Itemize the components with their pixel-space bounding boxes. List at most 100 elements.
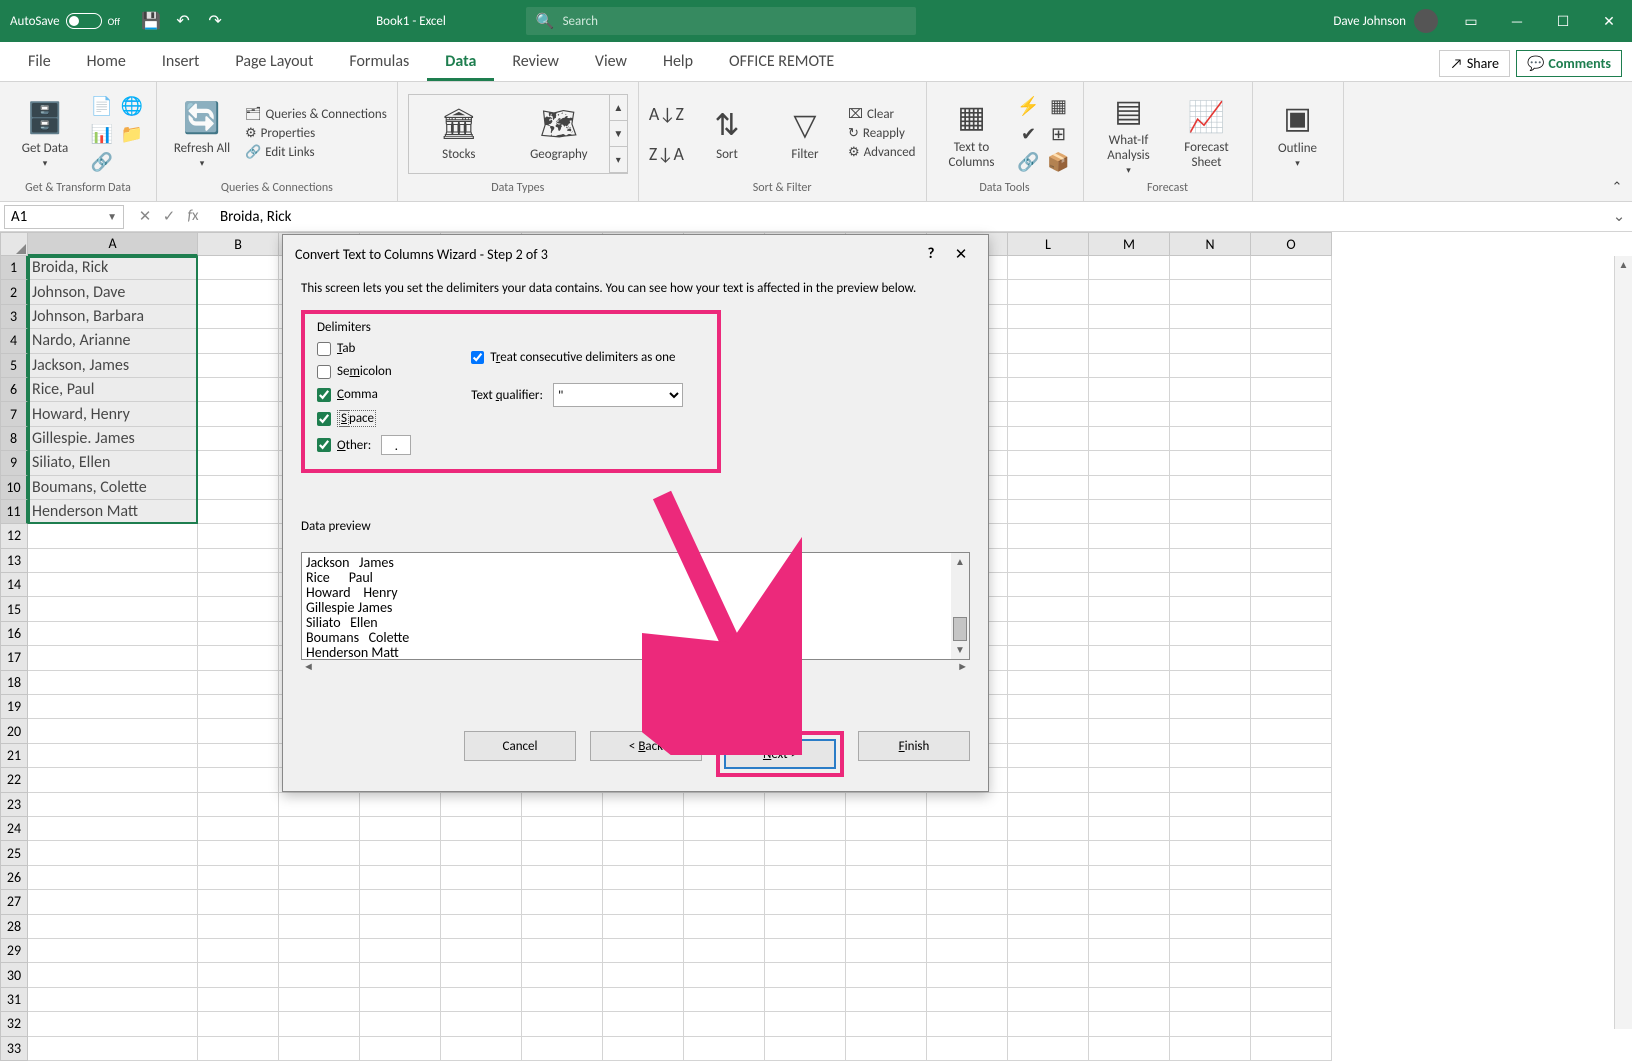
- cell[interactable]: [603, 963, 684, 987]
- tab-insert[interactable]: Insert: [144, 44, 218, 81]
- cell[interactable]: [684, 1037, 765, 1061]
- gallery-down-icon[interactable]: ▼: [610, 121, 627, 147]
- row-header[interactable]: 23: [0, 793, 28, 817]
- cell[interactable]: [522, 939, 603, 963]
- cell[interactable]: [279, 866, 360, 890]
- from-table-icon[interactable]: 📊: [88, 121, 116, 147]
- cell[interactable]: [1008, 915, 1089, 939]
- cell[interactable]: [1170, 256, 1251, 280]
- cell[interactable]: [1170, 329, 1251, 353]
- fx-icon[interactable]: fx: [182, 207, 204, 226]
- cell[interactable]: [927, 939, 1008, 963]
- cell[interactable]: [1089, 671, 1170, 695]
- cell[interactable]: [1251, 817, 1332, 841]
- cell[interactable]: [1251, 963, 1332, 987]
- row-header[interactable]: 20: [0, 719, 28, 743]
- cell[interactable]: [765, 988, 846, 1012]
- cell[interactable]: [1008, 1012, 1089, 1036]
- cell[interactable]: [846, 866, 927, 890]
- cell[interactable]: [198, 1037, 279, 1061]
- cell[interactable]: [1008, 378, 1089, 402]
- cell[interactable]: [1170, 671, 1251, 695]
- cell[interactable]: [522, 890, 603, 914]
- cell[interactable]: [28, 719, 198, 743]
- cell[interactable]: [28, 597, 198, 621]
- data-model-icon[interactable]: 📦: [1045, 149, 1073, 175]
- cell[interactable]: Rice, Paul: [28, 378, 198, 402]
- other-delimiter-input[interactable]: [381, 435, 411, 455]
- sort-az-icon[interactable]: A↓Z: [649, 103, 684, 125]
- cell[interactable]: [1251, 573, 1332, 597]
- cell[interactable]: [765, 915, 846, 939]
- tab-help[interactable]: Help: [645, 44, 711, 81]
- consolidate-icon[interactable]: ⊞: [1045, 121, 1073, 147]
- cell[interactable]: [1170, 866, 1251, 890]
- cell[interactable]: [28, 988, 198, 1012]
- cell[interactable]: Broida, Rick: [28, 256, 198, 280]
- cell[interactable]: [28, 890, 198, 914]
- cell[interactable]: [603, 1012, 684, 1036]
- cell[interactable]: [1089, 719, 1170, 743]
- row-header[interactable]: 2: [0, 280, 28, 304]
- autosave-toggle[interactable]: AutoSave Off: [0, 13, 130, 29]
- cell[interactable]: [1170, 597, 1251, 621]
- cell[interactable]: [1251, 695, 1332, 719]
- from-web-icon[interactable]: 🌐: [118, 93, 146, 119]
- cell[interactable]: Johnson, Dave: [28, 280, 198, 304]
- next-button[interactable]: Next >: [724, 739, 836, 769]
- cell[interactable]: [28, 817, 198, 841]
- cell[interactable]: [360, 963, 441, 987]
- cell[interactable]: [846, 915, 927, 939]
- cell[interactable]: [441, 1037, 522, 1061]
- cell[interactable]: [684, 793, 765, 817]
- cell[interactable]: [279, 939, 360, 963]
- search-box[interactable]: 🔍 Search: [526, 7, 916, 35]
- cell[interactable]: [28, 915, 198, 939]
- cell[interactable]: [927, 915, 1008, 939]
- tab-checkbox[interactable]: Tab: [317, 341, 411, 356]
- cell[interactable]: [279, 1037, 360, 1061]
- cell[interactable]: [279, 963, 360, 987]
- cell[interactable]: [198, 256, 279, 280]
- chevron-down-icon[interactable]: ▼: [107, 210, 117, 223]
- scroll-down-icon[interactable]: ▼: [951, 641, 969, 659]
- cell[interactable]: [1089, 744, 1170, 768]
- cell[interactable]: [1089, 549, 1170, 573]
- cell[interactable]: [1251, 378, 1332, 402]
- cell[interactable]: [28, 695, 198, 719]
- cell[interactable]: [522, 988, 603, 1012]
- tab-page-layout[interactable]: Page Layout: [217, 44, 331, 81]
- cell[interactable]: [765, 793, 846, 817]
- cell[interactable]: [1008, 744, 1089, 768]
- column-header[interactable]: N: [1170, 232, 1251, 256]
- cell[interactable]: [279, 1012, 360, 1036]
- cell[interactable]: [1251, 597, 1332, 621]
- cell[interactable]: [684, 866, 765, 890]
- cell[interactable]: [198, 890, 279, 914]
- cell[interactable]: [1008, 549, 1089, 573]
- row-header[interactable]: 8: [0, 427, 28, 451]
- cell[interactable]: [198, 378, 279, 402]
- cell[interactable]: [441, 890, 522, 914]
- cell[interactable]: [198, 549, 279, 573]
- cell[interactable]: [1170, 719, 1251, 743]
- cell[interactable]: [1251, 1012, 1332, 1036]
- dialog-close-icon[interactable]: ✕: [946, 245, 976, 264]
- cell[interactable]: [198, 744, 279, 768]
- other-checkbox[interactable]: Other:: [317, 435, 411, 455]
- get-data-button[interactable]: 🗄️ Get Data ▾: [10, 99, 80, 169]
- cell[interactable]: [198, 988, 279, 1012]
- cell[interactable]: [1008, 256, 1089, 280]
- cell[interactable]: [1008, 866, 1089, 890]
- vertical-scrollbar[interactable]: ▲: [1614, 256, 1632, 1029]
- cell[interactable]: [1008, 280, 1089, 304]
- cell[interactable]: [1008, 524, 1089, 548]
- row-header[interactable]: 10: [0, 476, 28, 500]
- cell[interactable]: [28, 573, 198, 597]
- refresh-all-button[interactable]: 🔄 Refresh All ▾: [167, 99, 237, 169]
- cell[interactable]: [1251, 793, 1332, 817]
- cell[interactable]: [279, 793, 360, 817]
- cell[interactable]: [279, 988, 360, 1012]
- cell[interactable]: [603, 866, 684, 890]
- cell[interactable]: [1170, 354, 1251, 378]
